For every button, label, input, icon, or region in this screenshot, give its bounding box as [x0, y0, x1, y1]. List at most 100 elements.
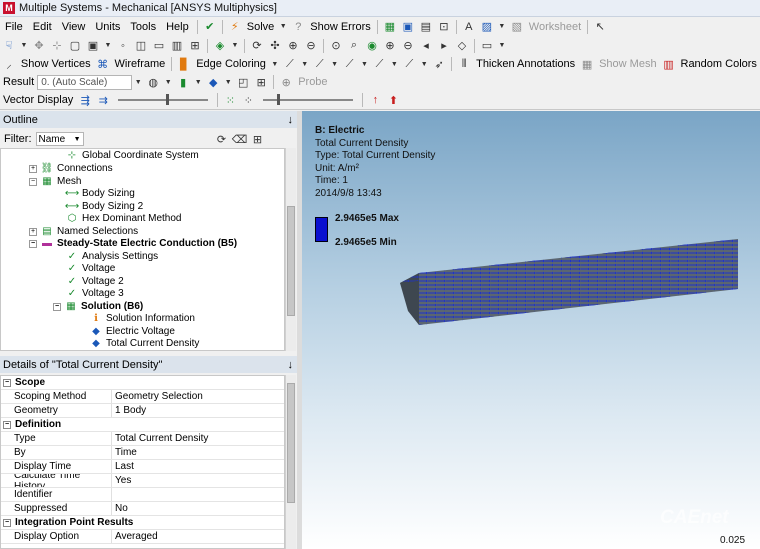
viewport-layout-icon[interactable]: ▭ — [479, 38, 495, 53]
rotate-icon[interactable]: ⟳ — [249, 38, 265, 53]
contour-icon[interactable]: ◍ — [145, 75, 161, 90]
probe-button[interactable]: Probe — [295, 76, 330, 88]
outline-scrollbar[interactable] — [285, 148, 296, 351]
zoom-to-fit-icon[interactable]: ⊙ — [328, 38, 344, 53]
chevron-down-icon[interactable]: ▼ — [330, 57, 340, 72]
chart-icon[interactable]: ▤ — [418, 19, 434, 34]
show-vertices-icon[interactable]: ⸝ — [1, 57, 17, 72]
cube-icon[interactable]: ◈ — [212, 38, 228, 53]
slider-thumb[interactable] — [277, 94, 281, 105]
geometry-display-icon[interactable]: ◆ — [205, 75, 221, 90]
collapse-toggle-icon[interactable]: − — [3, 420, 11, 429]
tree-node[interactable]: ⟷ Body Sizing — [65, 187, 135, 200]
check-icon[interactable]: ✔ — [202, 19, 218, 34]
chevron-down-icon[interactable]: ▼ — [223, 75, 233, 90]
details-row[interactable]: By Time — [1, 446, 284, 460]
random-colors-button[interactable]: Random Colors — [678, 58, 760, 70]
face-icon[interactable]: ▭ — [151, 38, 167, 53]
vector-length-slider[interactable] — [118, 94, 209, 105]
show-mesh-button[interactable]: Show Mesh — [596, 58, 659, 70]
slider-thumb[interactable] — [166, 94, 170, 105]
edge-style-1-icon[interactable]: ⟋ — [282, 57, 298, 72]
max-min-icon[interactable]: ◰ — [235, 75, 251, 90]
collapse-toggle-icon[interactable]: − — [29, 239, 37, 248]
tree-node[interactable]: ◆ Total Current Density — [89, 337, 199, 350]
vector-aligned-icon[interactable]: ⇶ — [77, 93, 93, 108]
chevron-down-icon[interactable]: ▼ — [389, 57, 399, 72]
property-value[interactable]: Geometry Selection — [112, 390, 284, 403]
pan-move-icon[interactable]: ✣ — [267, 38, 283, 53]
chevron-down-icon[interactable]: ▼ — [497, 19, 507, 34]
worksheet-button[interactable]: Worksheet — [526, 21, 584, 33]
chevron-down-icon[interactable]: ▼ — [19, 38, 29, 53]
menu-edit[interactable]: Edit — [28, 21, 57, 33]
show-errors-button[interactable]: Show Errors — [307, 21, 374, 33]
zoom-box-icon[interactable]: ⊖ — [303, 38, 319, 53]
property-value[interactable]: Averaged — [112, 530, 284, 543]
edge-style-3-icon[interactable]: ⟋ — [342, 57, 358, 72]
filter-clear-icon[interactable]: ⌫ — [232, 132, 248, 147]
details-scrollbar[interactable] — [285, 375, 296, 549]
chevron-down-icon[interactable]: ▼ — [419, 57, 429, 72]
iso-view-icon[interactable]: ◇ — [454, 38, 470, 53]
details-row[interactable]: Display Time Last — [1, 460, 284, 474]
random-colors-icon[interactable]: ▥ — [661, 57, 677, 72]
details-category[interactable]: − Integration Point Results — [1, 516, 284, 530]
property-value[interactable]: Time — [112, 446, 284, 459]
menu-units[interactable]: Units — [90, 21, 125, 33]
tree-node[interactable]: ℹ Solution Information — [89, 312, 195, 325]
vector-scaled-icon[interactable]: ⇉ — [95, 93, 111, 108]
legend-icon[interactable]: ▮ — [175, 75, 191, 90]
edge-style-4-icon[interactable]: ⟋ — [372, 57, 388, 72]
property-value[interactable]: No — [112, 502, 284, 515]
chevron-down-icon[interactable]: ▼ — [193, 75, 203, 90]
arrow-line-icon[interactable]: ↑ — [367, 93, 383, 108]
solve-lightning-icon[interactable]: ⚡ — [227, 19, 243, 34]
chevron-down-icon[interactable]: ▼ — [133, 75, 143, 90]
details-category[interactable]: − Definition — [1, 418, 284, 432]
menu-tools[interactable]: Tools — [125, 21, 161, 33]
zoom-in-icon[interactable]: ⊕ — [382, 38, 398, 53]
render-icon[interactable]: ▨ — [479, 19, 495, 34]
edge-style-5-icon[interactable]: ⟋ — [401, 57, 417, 72]
menu-file[interactable]: File — [0, 21, 28, 33]
thicken-annotations-button[interactable]: Thicken Annotations — [473, 58, 578, 70]
worksheet-icon[interactable]: ▧ — [509, 19, 525, 34]
menu-view[interactable]: View — [57, 21, 91, 33]
details-row[interactable]: Type Total Current Density — [1, 432, 284, 446]
chevron-down-icon[interactable]: ▼ — [497, 38, 507, 53]
collapse-toggle-icon[interactable]: − — [53, 302, 61, 311]
tree-node[interactable]: − ▬ Steady-State Electric Conduction (B5) — [29, 237, 237, 250]
body-icon[interactable]: ▥ — [169, 38, 185, 53]
text-annotation-icon[interactable]: A — [461, 19, 477, 34]
probe-icon[interactable]: ⊡ — [436, 19, 452, 34]
expand-toggle-icon[interactable]: + — [29, 164, 37, 173]
details-row[interactable]: Display Option Averaged — [1, 530, 284, 544]
edge-coloring-icon[interactable]: ▊ — [176, 57, 192, 72]
edge-coloring-button[interactable]: Edge Coloring — [193, 58, 269, 70]
tree-node[interactable]: + ⛓ Connections — [29, 162, 113, 175]
property-value[interactable]: Last — [112, 460, 284, 473]
fit-icon[interactable]: ◉ — [364, 38, 380, 53]
tree-node[interactable]: ⊹ Global Coordinate System — [65, 149, 199, 162]
chevron-down-icon[interactable]: ▼ — [300, 57, 310, 72]
chevron-down-icon[interactable]: ▼ — [163, 75, 173, 90]
tree-node[interactable]: ✓ Voltage — [65, 262, 116, 275]
details-row[interactable]: Geometry 1 Body — [1, 404, 284, 418]
zoom-icon[interactable]: ⊕ — [285, 38, 301, 53]
tree-node[interactable]: ✓ Voltage 3 — [65, 287, 124, 300]
wireframe-icon[interactable]: ⌘ — [95, 57, 111, 72]
chevron-down-icon[interactable]: ▼ — [360, 57, 370, 72]
expand-all-icon[interactable]: ⊞ — [250, 132, 266, 147]
property-value[interactable] — [112, 488, 284, 501]
image-icon[interactable]: ▣ — [400, 19, 416, 34]
details-row[interactable]: Calculate Time History Yes — [1, 474, 284, 488]
chevron-down-icon[interactable]: ▼ — [278, 19, 288, 34]
edge-icon[interactable]: ◫ — [133, 38, 149, 53]
collapse-toggle-icon[interactable]: − — [3, 378, 11, 387]
table-icon[interactable]: ▦ — [382, 19, 398, 34]
menu-help[interactable]: Help — [161, 21, 194, 33]
show-mesh-icon[interactable]: ▦ — [579, 57, 595, 72]
property-value[interactable]: Total Current Density — [112, 432, 284, 445]
grid-display-icon[interactable]: ⁙ — [222, 93, 238, 108]
